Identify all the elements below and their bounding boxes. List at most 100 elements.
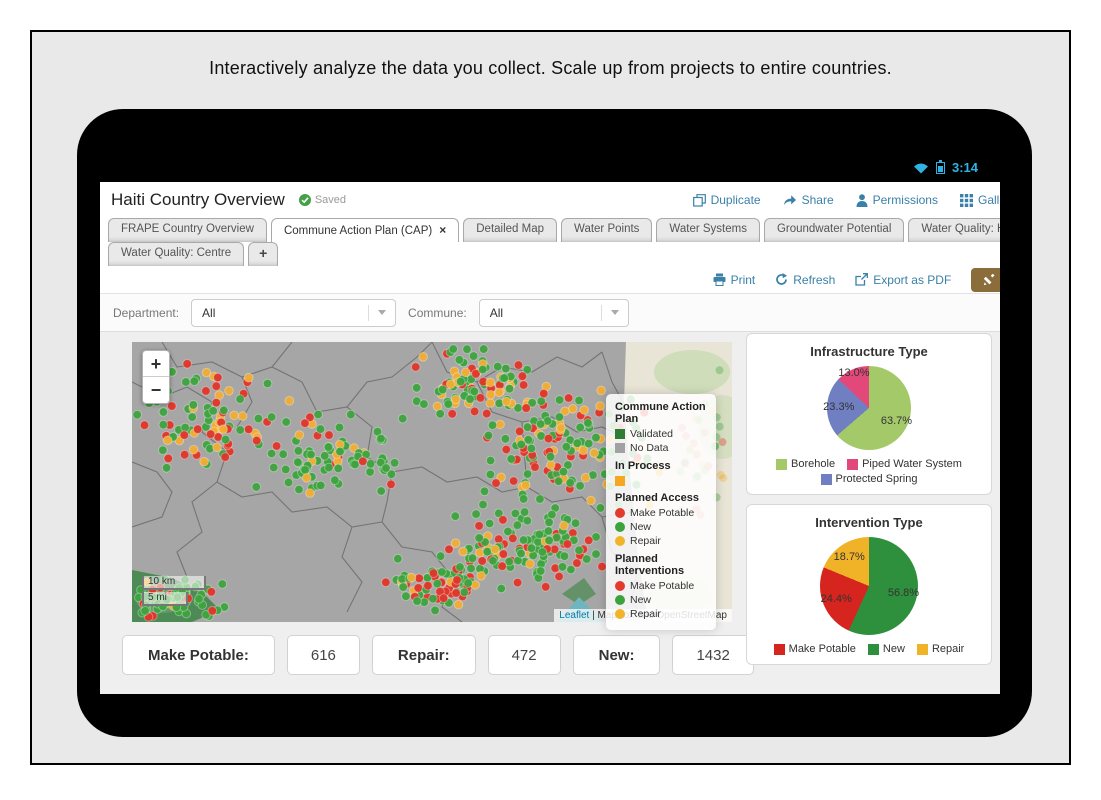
map-dot[interactable] <box>554 571 564 582</box>
map-dot[interactable] <box>575 481 585 491</box>
map-dot[interactable] <box>335 446 345 457</box>
map-dot[interactable] <box>201 386 211 396</box>
export-pdf-button[interactable]: Export as PDF <box>855 273 951 287</box>
tab-water-points[interactable]: Water Points <box>561 218 653 242</box>
map-dot[interactable] <box>467 553 478 563</box>
map-dot[interactable] <box>535 566 546 576</box>
map-dot[interactable] <box>498 549 509 559</box>
map-dot[interactable] <box>563 393 574 403</box>
map-dot[interactable] <box>398 582 409 592</box>
map-dot[interactable] <box>453 599 464 610</box>
map-dot[interactable] <box>490 544 500 555</box>
map-dot[interactable] <box>714 421 725 432</box>
map-dot[interactable] <box>189 376 200 387</box>
map-dot[interactable] <box>559 520 569 531</box>
map-dot[interactable] <box>501 444 512 455</box>
map-dot[interactable] <box>522 422 533 432</box>
map-dot[interactable] <box>455 376 466 387</box>
map-dot[interactable] <box>500 434 511 444</box>
map-dot[interactable] <box>544 535 554 546</box>
map-dot[interactable] <box>543 526 554 536</box>
map-dot[interactable] <box>229 410 239 421</box>
map-dot[interactable] <box>187 412 198 422</box>
map-dot[interactable] <box>365 459 376 469</box>
map-dot[interactable] <box>220 452 230 462</box>
map-dot[interactable] <box>580 472 591 483</box>
map-dot[interactable] <box>411 383 422 393</box>
map-dot[interactable] <box>458 546 468 557</box>
map-dot[interactable] <box>561 442 572 452</box>
map-dot[interactable] <box>333 463 344 474</box>
map-dot[interactable] <box>423 580 433 591</box>
map-dot[interactable] <box>506 454 517 464</box>
map-dot[interactable] <box>217 579 228 589</box>
map-dot[interactable] <box>220 434 231 445</box>
map-dot[interactable] <box>450 511 461 521</box>
map-dot[interactable] <box>485 469 496 480</box>
map-dot[interactable] <box>158 445 168 455</box>
map-dot[interactable] <box>161 463 172 473</box>
tab-water-systems[interactable]: Water Systems <box>656 218 760 242</box>
map-dot[interactable] <box>589 448 600 458</box>
tab-groundwater-potential[interactable]: Groundwater Potential <box>763 218 905 242</box>
print-button[interactable]: Print <box>713 273 755 287</box>
map-dot[interactable] <box>583 535 594 546</box>
map-dot[interactable] <box>574 545 584 555</box>
map-dot[interactable] <box>540 582 551 592</box>
map-dot[interactable] <box>432 578 443 589</box>
map-dot[interactable] <box>559 551 570 561</box>
map-dot[interactable] <box>572 558 582 568</box>
map-dot[interactable] <box>537 547 548 557</box>
map-dot[interactable] <box>462 344 472 354</box>
map-dot[interactable] <box>557 562 568 572</box>
map-dot[interactable] <box>266 412 277 422</box>
map-dot[interactable] <box>525 559 535 569</box>
map-dot[interactable] <box>281 417 291 427</box>
map-dot[interactable] <box>237 411 248 421</box>
map-dot[interactable] <box>451 394 461 405</box>
map-dot[interactable] <box>386 479 396 490</box>
map-dot[interactable] <box>219 405 229 416</box>
map-dot[interactable] <box>158 419 169 430</box>
map-dot[interactable] <box>451 588 461 598</box>
map-dot[interactable] <box>397 413 408 424</box>
map-dot[interactable] <box>518 535 529 545</box>
map-dot[interactable] <box>182 359 193 369</box>
map-dot[interactable] <box>167 401 177 411</box>
map-dot[interactable] <box>206 587 217 597</box>
map-dot[interactable] <box>243 424 254 435</box>
map-dot[interactable] <box>271 441 282 451</box>
map-dot[interactable] <box>512 520 523 530</box>
map-dot[interactable] <box>543 433 554 444</box>
map-dot[interactable] <box>179 449 190 460</box>
map-dot[interactable] <box>278 449 288 459</box>
map-dot[interactable] <box>516 548 526 559</box>
map-dot[interactable] <box>508 533 518 544</box>
map-dot[interactable] <box>207 606 218 616</box>
map-dot[interactable] <box>163 453 174 464</box>
map-dot[interactable] <box>179 430 190 440</box>
map-dot[interactable] <box>430 605 440 616</box>
map-dot[interactable] <box>460 367 471 378</box>
map-dot[interactable] <box>224 386 234 396</box>
tab-frape-country-overview[interactable]: FRAPE Country Overview <box>108 218 267 242</box>
map-dot[interactable] <box>306 449 316 460</box>
map-dot[interactable] <box>714 365 725 376</box>
map-dot[interactable] <box>491 478 501 488</box>
map-dot[interactable] <box>474 533 485 543</box>
map-dot[interactable] <box>554 412 565 422</box>
map-dot[interactable] <box>504 383 515 394</box>
map-dot[interactable] <box>477 556 488 566</box>
map-dot[interactable] <box>413 583 424 593</box>
refresh-button[interactable]: Refresh <box>775 273 835 287</box>
map-dot[interactable] <box>319 451 330 461</box>
map-dot[interactable] <box>499 373 510 383</box>
map-dot[interactable] <box>334 422 345 433</box>
map-dot[interactable] <box>315 424 326 434</box>
map-dot[interactable] <box>393 553 403 564</box>
map-dot[interactable] <box>469 386 480 397</box>
map-dot[interactable] <box>437 567 447 577</box>
map-dot[interactable] <box>358 456 368 467</box>
add-tab-button[interactable]: + <box>248 242 279 266</box>
map-dot[interactable] <box>485 377 496 388</box>
